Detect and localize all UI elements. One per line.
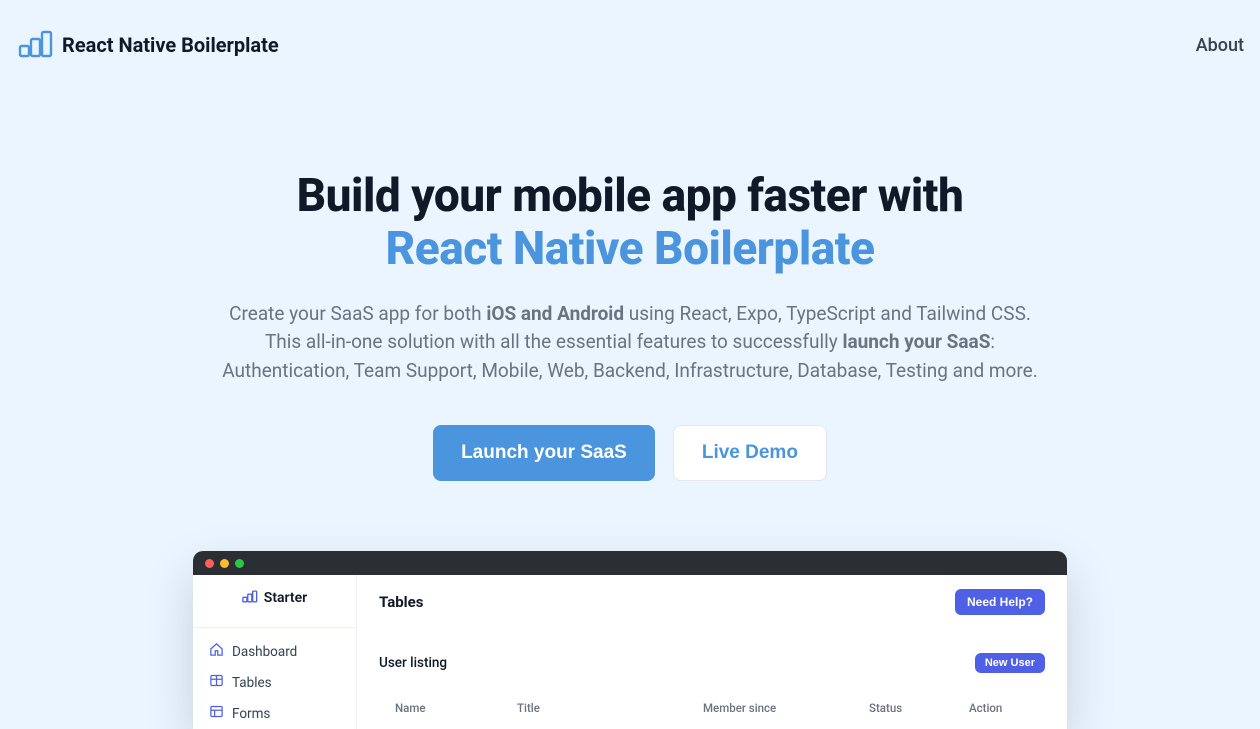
live-demo-button[interactable]: Live Demo [673, 425, 827, 481]
form-icon [209, 704, 224, 723]
table-header: Name Title Member since Status Action [379, 695, 1045, 715]
brand[interactable]: React Native Boilerplate [18, 28, 279, 62]
sidebar-item-forms[interactable]: Forms [193, 698, 356, 729]
brand-text: React Native Boilerplate [62, 33, 279, 57]
launch-saas-button[interactable]: Launch your SaaS [433, 425, 655, 481]
sidebar-item-tables[interactable]: Tables [193, 667, 356, 698]
bars-logo-icon [18, 28, 54, 62]
hero-description: Create your SaaS app for both iOS and An… [135, 300, 1125, 386]
column-header-status: Status [869, 701, 969, 715]
preview-window: Starter Dashboard [193, 551, 1067, 729]
sidebar-brand-text: Starter [264, 590, 307, 606]
sidebar-item-label: Tables [232, 675, 272, 691]
page-title: Tables [379, 593, 423, 611]
sidebar-item-label: Dashboard [232, 644, 297, 660]
bars-logo-icon [242, 589, 258, 607]
need-help-button[interactable]: Need Help? [955, 589, 1045, 615]
preview-sidebar: Starter Dashboard [193, 575, 357, 729]
preview-main: Tables Need Help? User listing New User … [357, 575, 1067, 729]
traffic-light-min-icon [220, 559, 229, 568]
hero-title-line1: Build your mobile app faster with [297, 169, 964, 223]
hero-title: Build your mobile app faster with React … [105, 170, 1155, 276]
site-header: React Native Boilerplate About [0, 0, 1260, 90]
column-header-name: Name [395, 701, 517, 715]
home-icon [209, 642, 224, 661]
table-icon [209, 673, 224, 692]
column-header-member: Member since [703, 701, 869, 715]
cta-row: Launch your SaaS Live Demo [105, 425, 1155, 481]
section-title: User listing [379, 655, 447, 671]
app-preview: Starter Dashboard [193, 551, 1067, 729]
traffic-light-max-icon [235, 559, 244, 568]
hero-section: Build your mobile app faster with React … [65, 90, 1195, 481]
traffic-light-close-icon [205, 559, 214, 568]
sidebar-item-dashboard[interactable]: Dashboard [193, 636, 356, 667]
column-header-action: Action [969, 701, 1029, 715]
nav-about-link[interactable]: About [1196, 35, 1244, 56]
hero-title-line2: React Native Boilerplate [386, 222, 875, 276]
sidebar-brand[interactable]: Starter [193, 589, 356, 628]
window-titlebar [193, 551, 1067, 575]
sidebar-item-label: Forms [232, 706, 270, 722]
column-header-title: Title [517, 701, 703, 715]
new-user-button[interactable]: New User [975, 653, 1045, 673]
